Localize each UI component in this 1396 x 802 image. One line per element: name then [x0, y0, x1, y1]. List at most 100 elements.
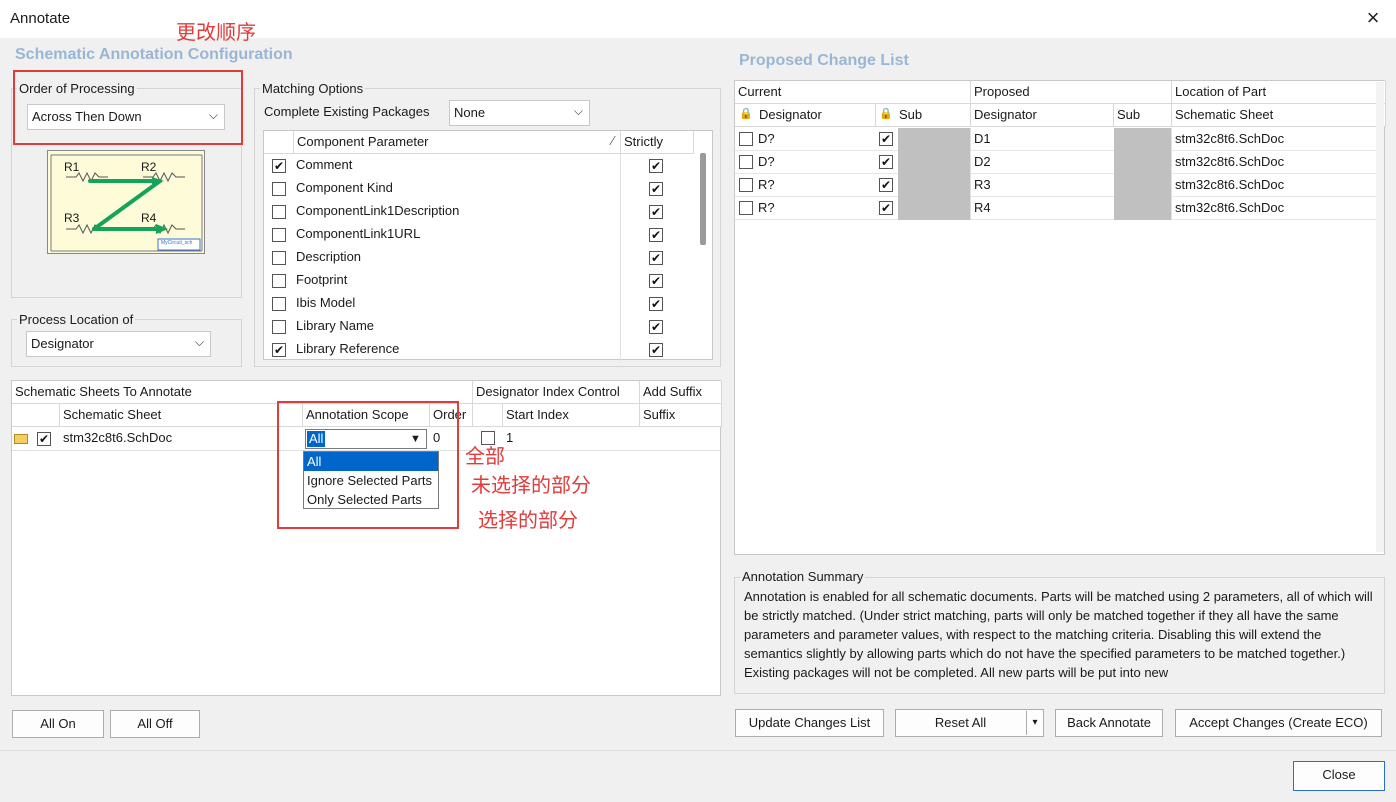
change-row[interactable]: R? ✔ R4 stm32c8t6.SchDoc	[735, 197, 1376, 220]
parameter-checkbox[interactable]	[272, 228, 286, 242]
change-row[interactable]: R? ✔ R3 stm32c8t6.SchDoc	[735, 174, 1376, 197]
lock-sub-checkbox[interactable]: ✔	[879, 132, 893, 146]
strictly-checkbox[interactable]: ✔	[649, 182, 663, 196]
lock-designator-checkbox[interactable]	[739, 178, 753, 192]
column-divider	[620, 200, 621, 223]
change-list-scrollbar[interactable]	[1376, 82, 1384, 552]
parameter-row[interactable]: Description ✔	[264, 246, 694, 269]
lock-designator-checkbox[interactable]	[739, 132, 753, 146]
parameter-row[interactable]: Component Kind ✔	[264, 177, 694, 200]
strictly-checkbox[interactable]: ✔	[649, 274, 663, 288]
lock-icon: 🔒	[879, 108, 893, 120]
scope-highlight-box	[277, 401, 459, 529]
strictly-checkbox[interactable]: ✔	[649, 320, 663, 334]
index-control-header: Designator Index Control	[473, 381, 640, 404]
parameter-checkbox[interactable]	[272, 182, 286, 196]
summary-label: Annotation Summary	[740, 569, 866, 584]
col-proposed-designator[interactable]: Designator	[971, 104, 1114, 127]
parameter-row[interactable]: Ibis Model ✔	[264, 292, 694, 315]
lock-sub-checkbox[interactable]: ✔	[879, 201, 893, 215]
parameter-checkbox[interactable]	[272, 274, 286, 288]
col-index-check	[473, 404, 503, 427]
col-current-designator-label: Designator	[759, 107, 822, 122]
strictly-checkbox[interactable]: ✔	[649, 228, 663, 242]
order-annotation-note: 更改顺序	[176, 22, 256, 44]
col-proposed-sub[interactable]: Sub	[1114, 104, 1172, 127]
reset-all-button[interactable]: Reset All	[895, 709, 1044, 737]
strictly-checkbox[interactable]: ✔	[649, 159, 663, 173]
lock-icon: 🔒	[739, 108, 753, 120]
add-suffix-header: Add Suffix	[640, 381, 722, 404]
col-start-index[interactable]: Start Index	[503, 404, 640, 427]
proposed-designator: R4	[974, 200, 991, 215]
parameter-checkbox[interactable]	[272, 297, 286, 311]
current-sub-cell	[898, 128, 970, 151]
update-changes-button[interactable]: Update Changes List	[735, 709, 884, 737]
lock-designator-checkbox[interactable]	[739, 201, 753, 215]
parameter-row[interactable]: ComponentLink1URL ✔	[264, 223, 694, 246]
parameter-grid: Component Parameter ⁄ Strictly ✔ Comment ✔ C…	[263, 130, 713, 361]
column-divider	[620, 315, 621, 338]
location-sheet: stm32c8t6.SchDoc	[1175, 200, 1285, 215]
change-row[interactable]: D? ✔ D2 stm32c8t6.SchDoc	[735, 151, 1376, 174]
parameter-name: Comment	[296, 157, 353, 172]
parameter-row[interactable]: ✔ Library Reference ✔	[264, 338, 694, 361]
column-divider	[620, 338, 621, 361]
col-schematic-sheet[interactable]: Schematic Sheet	[1172, 104, 1386, 127]
parameter-name: Library Name	[296, 318, 375, 333]
packages-combo[interactable]: None ⌵	[449, 100, 590, 126]
location-sheet: stm32c8t6.SchDoc	[1175, 177, 1285, 192]
all-on-button[interactable]: All On	[12, 710, 104, 738]
lock-sub-checkbox[interactable]: ✔	[879, 178, 893, 192]
parameter-row[interactable]: ComponentLink1Description ✔	[264, 200, 694, 223]
back-annotate-button[interactable]: Back Annotate	[1055, 709, 1163, 737]
strictly-checkbox[interactable]: ✔	[649, 297, 663, 311]
parameter-row[interactable]: ✔ Comment ✔	[264, 154, 694, 177]
all-off-button[interactable]: All Off	[110, 710, 200, 738]
current-sub-cell	[898, 197, 970, 220]
current-designator: R?	[758, 200, 775, 215]
current-group-header: Current	[735, 81, 971, 104]
footer-bar	[0, 750, 1396, 802]
proposed-sub-cell	[1114, 174, 1171, 197]
reset-all-label: Reset All	[934, 715, 987, 730]
diagram-label-r2: R2	[141, 160, 157, 174]
col-suffix[interactable]: Suffix	[640, 404, 722, 427]
all-annotation-note: 全部	[465, 446, 505, 468]
column-divider	[620, 246, 621, 269]
parameter-checkbox[interactable]	[272, 205, 286, 219]
process-combo-value: Designator	[31, 336, 94, 351]
parameter-scrollbar[interactable]	[700, 153, 706, 245]
parameter-checkbox[interactable]: ✔	[272, 343, 286, 357]
col-strictly[interactable]: Strictly	[621, 131, 694, 154]
reset-menu-arrow-icon[interactable]: ▾	[1029, 714, 1041, 732]
strictly-checkbox[interactable]: ✔	[649, 343, 663, 357]
column-divider	[620, 223, 621, 246]
col-component-parameter-label: Component Parameter	[297, 134, 429, 149]
change-row[interactable]: D? ✔ D1 stm32c8t6.SchDoc	[735, 128, 1376, 151]
lock-sub-checkbox[interactable]: ✔	[879, 155, 893, 169]
parameter-row[interactable]: Library Name ✔	[264, 315, 694, 338]
col-schematic-sheet[interactable]: Schematic Sheet	[60, 404, 303, 427]
parameter-row[interactable]: Footprint ✔	[264, 269, 694, 292]
proposed-designator: D1	[974, 131, 991, 146]
close-icon[interactable]: ×	[1360, 6, 1386, 32]
location-group-header: Location of Part	[1172, 81, 1386, 104]
sheet-enable-checkbox[interactable]: ✔	[37, 432, 51, 446]
process-combo[interactable]: Designator ⌵	[26, 331, 211, 357]
close-button[interactable]: Close	[1293, 761, 1385, 791]
accept-changes-button[interactable]: Accept Changes (Create ECO)	[1175, 709, 1382, 737]
parameter-checkbox[interactable]	[272, 320, 286, 334]
col-component-parameter[interactable]: Component Parameter ⁄	[294, 131, 621, 154]
parameter-name: ComponentLink1Description	[296, 203, 460, 218]
parameter-checkbox[interactable]	[272, 251, 286, 265]
proposed-sub-cell	[1114, 128, 1171, 151]
lock-designator-checkbox[interactable]	[739, 155, 753, 169]
current-designator: R?	[758, 177, 775, 192]
col-current-designator[interactable]: Designator	[735, 104, 876, 127]
current-sub-cell	[898, 151, 970, 174]
diagram-footer: MyCircuit_sch	[161, 240, 193, 246]
strictly-checkbox[interactable]: ✔	[649, 205, 663, 219]
strictly-checkbox[interactable]: ✔	[649, 251, 663, 265]
parameter-checkbox[interactable]: ✔	[272, 159, 286, 173]
